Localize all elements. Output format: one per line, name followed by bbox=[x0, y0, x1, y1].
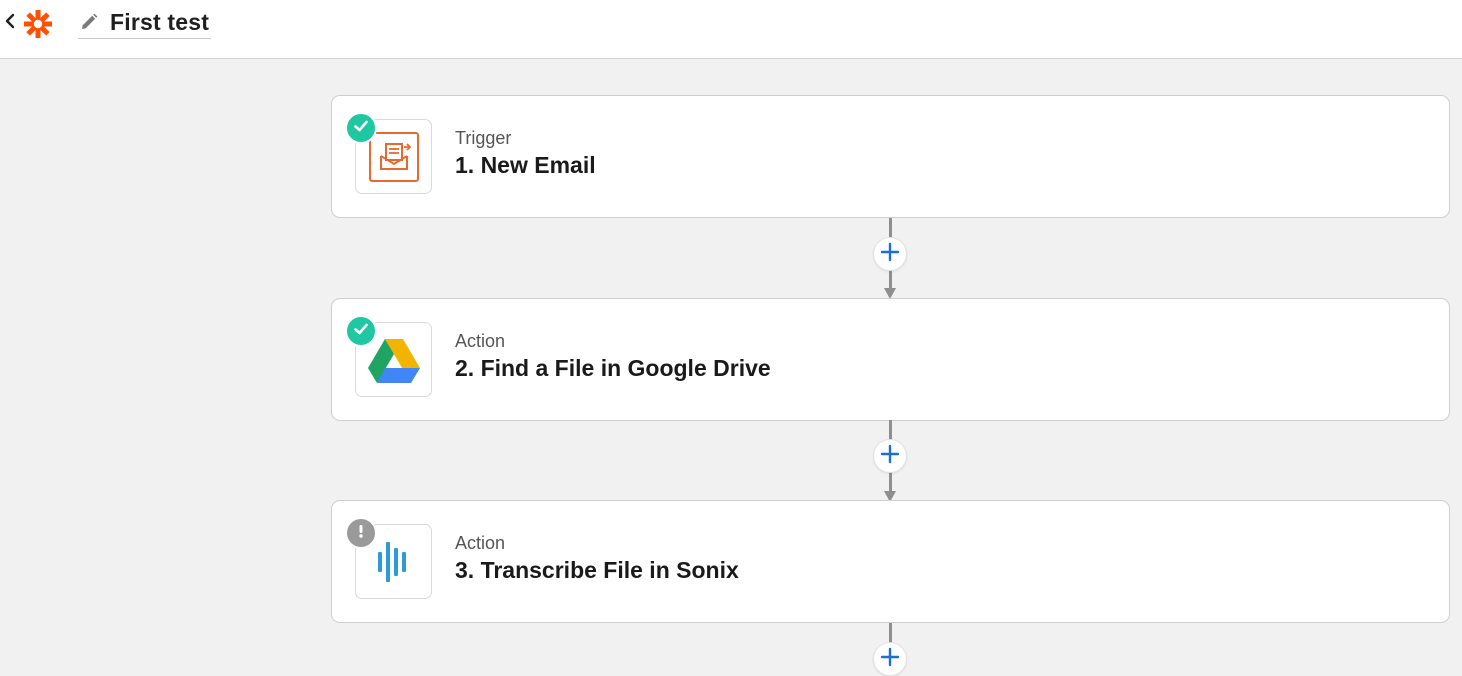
step-title: 2. Find a File in Google Drive bbox=[455, 355, 771, 381]
zapier-asterisk-icon[interactable] bbox=[22, 8, 54, 40]
add-step-button[interactable] bbox=[873, 642, 907, 676]
plus-icon bbox=[880, 242, 900, 267]
top-bar: First test bbox=[0, 0, 1462, 59]
plus-icon bbox=[880, 444, 900, 469]
plus-icon bbox=[880, 647, 900, 672]
zap-title: First test bbox=[110, 8, 210, 35]
step-card-trigger[interactable]: Trigger 1. New Email bbox=[331, 95, 1450, 218]
step-card-action-google-drive[interactable]: Action 2. Find a File in Google Drive bbox=[331, 298, 1450, 421]
step-type-label: Action bbox=[455, 533, 506, 553]
step-card-action-sonix[interactable]: Action 3. Transcribe File in Sonix bbox=[331, 500, 1450, 623]
add-step-button[interactable] bbox=[873, 439, 907, 473]
zap-title-editor[interactable]: First test bbox=[78, 6, 212, 39]
exclamation-icon bbox=[352, 522, 370, 545]
check-icon bbox=[352, 117, 370, 140]
status-complete-badge bbox=[345, 112, 377, 144]
pencil-icon bbox=[78, 11, 100, 33]
step-title: 1. New Email bbox=[455, 152, 596, 178]
step-type-label: Trigger bbox=[455, 128, 512, 148]
back-button[interactable] bbox=[2, 12, 18, 34]
status-complete-badge bbox=[345, 315, 377, 347]
status-warning-badge bbox=[345, 517, 377, 549]
check-icon bbox=[352, 320, 370, 343]
add-step-button[interactable] bbox=[873, 237, 907, 271]
step-title: 3. Transcribe File in Sonix bbox=[455, 557, 739, 583]
chevron-left-icon bbox=[4, 13, 16, 34]
step-type-label: Action bbox=[455, 331, 506, 351]
